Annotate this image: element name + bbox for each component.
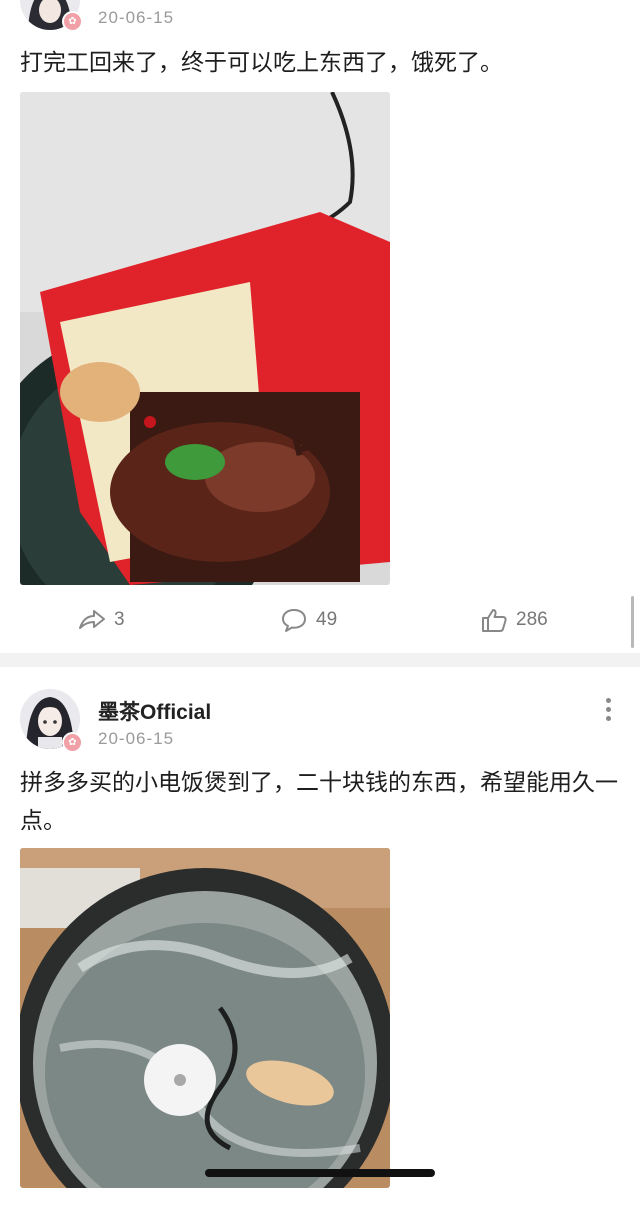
comment-icon xyxy=(282,609,306,632)
share-count: 3 xyxy=(114,609,125,630)
thumbs-up-icon xyxy=(482,609,507,632)
share-icon xyxy=(79,610,105,629)
home-indicator[interactable] xyxy=(205,1169,435,1177)
like-button[interactable]: 286 xyxy=(480,600,548,640)
post-image[interactable] xyxy=(20,848,390,1188)
badge-icon: ✿ xyxy=(62,11,83,32)
post-text: 拼多多买的小电饭煲到了，二十块钱的东西，希望能用久一点。 xyxy=(20,770,618,834)
comment-button[interactable]: 49 xyxy=(280,600,337,640)
badge-icon: ✿ xyxy=(62,732,83,753)
post-2: ✿ 墨茶Official 20-06-15 拼多多买的小电饭煲到了，二十块钱的东… xyxy=(0,667,640,1208)
post-date: 20-06-15 xyxy=(98,729,175,748)
post-image[interactable]: 卤 xyxy=(20,92,390,585)
action-bar: 3 49 286 xyxy=(0,600,640,640)
noodle-package-photo: 卤 xyxy=(20,92,390,585)
post-date: 20-06-15 xyxy=(98,8,175,27)
post-divider xyxy=(0,653,640,667)
like-count: 286 xyxy=(516,609,548,630)
post-text: 打完工回来了，终于可以吃上东西了，饿死了。 xyxy=(20,50,503,76)
rice-cooker-photo xyxy=(20,848,390,1188)
share-button[interactable]: 3 xyxy=(78,600,125,640)
scrollbar[interactable] xyxy=(631,596,634,648)
post-1: ✿ 20-06-15 打完工回来了，终于可以吃上东西了，饿死了。 卤 3 49 … xyxy=(0,0,640,652)
more-options-icon[interactable] xyxy=(604,698,612,724)
author-name[interactable]: 墨茶Official xyxy=(98,696,211,726)
comment-count: 49 xyxy=(316,609,338,630)
